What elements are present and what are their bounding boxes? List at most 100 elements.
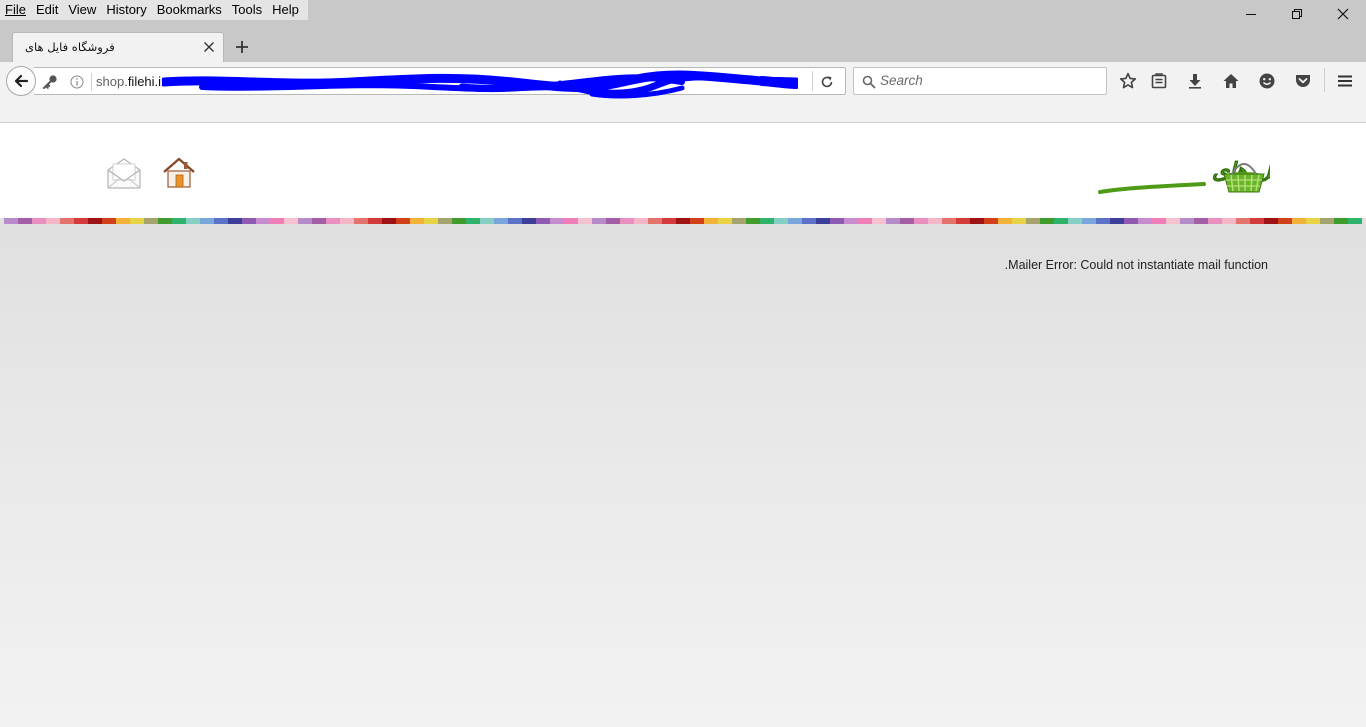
url-prefix: shop. [96, 74, 128, 89]
divider-segment [1026, 218, 1040, 224]
divider-segment [466, 218, 480, 224]
divider-segment [830, 218, 844, 224]
info-icon[interactable] [70, 75, 84, 89]
divider-segment [662, 218, 676, 224]
divider-segment [1096, 218, 1110, 224]
downloads-button[interactable] [1184, 70, 1206, 92]
hamburger-icon [1338, 75, 1352, 87]
menu-edit[interactable]: Edit [31, 0, 63, 20]
divider-segment [550, 218, 564, 224]
window-controls [1228, 0, 1366, 28]
menu-view[interactable]: View [63, 0, 101, 20]
divider-segment [60, 218, 74, 224]
divider-segment [648, 218, 662, 224]
key-icon[interactable] [42, 74, 58, 90]
url-bar[interactable]: shop.filehi.ir [34, 67, 846, 99]
reading-list-button[interactable] [1148, 70, 1170, 92]
divider-segment [438, 218, 452, 224]
menu-tools-label: Tools [231, 2, 263, 17]
shopping-basket-logo: فروشگاه فایل های [1098, 157, 1366, 194]
menu-file[interactable]: File [0, 0, 31, 20]
menu-help[interactable]: Help [267, 0, 304, 20]
divider-segment [228, 218, 242, 224]
divider-segment [130, 218, 144, 224]
divider-segment [1012, 218, 1026, 224]
new-tab-button[interactable] [232, 37, 252, 57]
site-header: فروشگاه فایل های [0, 124, 1366, 218]
house-icon [163, 157, 195, 188]
divider-segment [1124, 218, 1138, 224]
search-bar[interactable] [853, 67, 1107, 95]
divider-segment [858, 218, 872, 224]
toolbar-separator [1324, 68, 1325, 92]
search-input[interactable] [880, 73, 1100, 88]
divider-segment [1264, 218, 1278, 224]
url-text[interactable]: shop.filehi.ir [96, 74, 165, 89]
menu-history[interactable]: History [101, 0, 151, 20]
divider-segment [1292, 218, 1306, 224]
menu-tools[interactable]: Tools [227, 0, 267, 20]
restore-icon [1292, 9, 1302, 19]
divider-segment [144, 218, 158, 224]
rainbow-divider [4, 218, 1362, 224]
divider-segment [746, 218, 760, 224]
close-icon [1337, 8, 1349, 20]
envelope-icon [107, 158, 141, 189]
divider-segment [270, 218, 284, 224]
divider-segment [312, 218, 326, 224]
divider-segment [942, 218, 956, 224]
divider-segment [396, 218, 410, 224]
divider-segment [326, 218, 340, 224]
page-content: فروشگاه فایل های Mailer Error: Could not… [0, 124, 1366, 727]
divider-segment [732, 218, 746, 224]
download-icon [1189, 74, 1201, 89]
tab-active[interactable]: فروشگاه فایل های [12, 32, 224, 62]
divider-segment [816, 218, 830, 224]
divider-segment [4, 218, 18, 224]
divider-segment [242, 218, 256, 224]
divider-segment [1334, 218, 1348, 224]
reload-icon[interactable] [819, 74, 835, 90]
home-button[interactable] [1220, 70, 1242, 92]
divider-segment [1068, 218, 1082, 224]
tab-close-icon[interactable] [203, 41, 215, 53]
site-home-link[interactable] [162, 157, 196, 189]
hello-button[interactable] [1256, 70, 1278, 92]
search-icon [862, 75, 876, 89]
pocket-button[interactable] [1292, 70, 1314, 92]
divider-segment [956, 218, 970, 224]
menu-help-label: Help [272, 2, 299, 17]
divider-segment [382, 218, 396, 224]
divider-segment [186, 218, 200, 224]
divider-segment [1208, 218, 1222, 224]
divider-segment [564, 218, 578, 224]
menu-bookmarks[interactable]: Bookmarks [152, 0, 227, 20]
divider-segment [1110, 218, 1124, 224]
divider-segment [676, 218, 690, 224]
contact-mail-link[interactable] [106, 157, 142, 191]
divider-segment [74, 218, 88, 224]
menu-edit-label: Edit [35, 2, 59, 17]
tab-title: فروشگاه فایل های [25, 40, 115, 54]
close-window-button[interactable] [1320, 0, 1366, 28]
divider-segment [928, 218, 942, 224]
minimize-button[interactable] [1228, 0, 1274, 28]
open-menu-button[interactable] [1334, 70, 1356, 92]
divider-segment [1194, 218, 1208, 224]
divider-segment [410, 218, 424, 224]
divider-segment [634, 218, 648, 224]
divider-segment [620, 218, 634, 224]
divider-segment [480, 218, 494, 224]
restore-button[interactable] [1274, 0, 1320, 28]
divider-segment [774, 218, 788, 224]
divider-segment [340, 218, 354, 224]
divider-segment [522, 218, 536, 224]
divider-segment [200, 218, 214, 224]
divider-segment [1236, 218, 1250, 224]
bookmark-star-button[interactable] [1117, 70, 1139, 92]
divider-segment [1180, 218, 1194, 224]
divider-segment [606, 218, 620, 224]
back-button[interactable] [6, 66, 36, 96]
divider-segment [1166, 218, 1180, 224]
site-logo[interactable]: فروشگاه فایل های [1094, 148, 1366, 196]
